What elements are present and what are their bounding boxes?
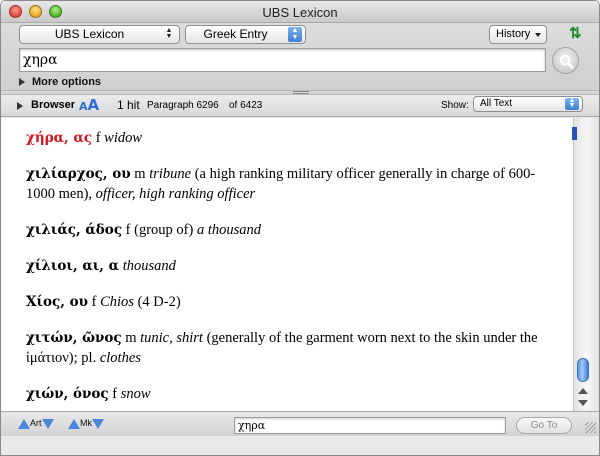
entry-definition: f Chios (4 D-2) — [88, 294, 181, 310]
toolbar: UBS Lexicon ▲ ▼ Greek Entry ▲ ▼ History ⇅ … — [1, 23, 599, 93]
scroll-up-icon[interactable] — [578, 388, 588, 394]
entry-headword[interactable]: χήρα, ας — [26, 130, 92, 146]
resource-popup-label: UBS Lexicon — [54, 27, 125, 41]
chevron-updown-icon: ▲ ▼ — [565, 97, 579, 110]
article-nav-label: Art — [30, 418, 42, 428]
browser-bar: Browser AA 1 hit Paragraph 6296 of 6423 … — [1, 95, 599, 117]
lexicon-entry: χήρα, ας f widow — [26, 128, 549, 148]
lexicon-entry: χιτών, ῶνος m tunic, shirt (generally of… — [26, 328, 549, 368]
lexicon-content[interactable]: χήρα, ας f widow χιλίαρχος, ου m tribune … — [1, 118, 573, 411]
more-options-label[interactable]: More options — [32, 76, 101, 88]
lexicon-entry: χιλίαρχος, ου m tribune (a high ranking … — [26, 164, 549, 204]
scrollbar-thumb[interactable] — [577, 358, 589, 382]
search-input[interactable]: χηρα — [19, 48, 546, 72]
entry-headword[interactable]: χιτών, ῶνος — [26, 330, 122, 346]
sync-icon[interactable]: ⇅ — [569, 25, 587, 43]
paragraph-number: Paragraph 6296 — [147, 100, 219, 111]
lexicon-window: UBS Lexicon UBS Lexicon ▲ ▼ Greek Entry ▲… — [0, 0, 600, 456]
previous-article-icon[interactable] — [18, 418, 30, 429]
goto-input[interactable]: χηρα — [234, 417, 506, 434]
milestone-nav-label: Mk — [80, 418, 92, 428]
entry-type-popup-label: Greek Entry — [203, 27, 268, 41]
lexicon-entry: χιλιάς, άδος f (group of) a thousand — [26, 220, 549, 240]
lexicon-entry: χιών, όνος f snow — [26, 384, 549, 404]
chevron-down-icon — [535, 33, 541, 37]
entry-headword[interactable]: χιών, όνος — [26, 386, 109, 402]
show-popup-label: All Text — [480, 98, 513, 109]
title-bar[interactable]: UBS Lexicon — [1, 1, 599, 23]
font-smaller-icon[interactable]: A — [79, 100, 88, 113]
chevron-updown-icon: ▲ ▼ — [165, 27, 173, 40]
font-larger-icon[interactable]: A — [88, 96, 100, 114]
resize-grip-icon[interactable] — [585, 422, 596, 433]
entry-definition: thousand — [122, 258, 176, 274]
entry-type-popup[interactable]: Greek Entry ▲ ▼ — [185, 25, 306, 44]
next-article-icon[interactable] — [41, 418, 54, 429]
magnifier-icon — [559, 54, 574, 69]
previous-milestone-icon[interactable] — [68, 418, 80, 429]
entry-headword[interactable]: Χίος, ου — [26, 294, 88, 310]
history-button[interactable]: History — [489, 25, 547, 44]
lexicon-entry: χίλιοι, αι, α thousand — [26, 256, 549, 276]
paragraph-total: of 6423 — [229, 100, 263, 111]
bookmark-marker-icon[interactable] — [572, 127, 577, 140]
entry-definition: f (group of) a thousand — [122, 222, 261, 238]
splitter-grip-icon — [293, 91, 309, 94]
goto-button[interactable]: Go To — [516, 417, 572, 434]
lexicon-entry: Χίος, ου f Chios (4 D-2) — [26, 292, 549, 312]
next-milestone-icon[interactable] — [92, 418, 104, 429]
milestone-nav: Mk — [68, 418, 104, 429]
window-title: UBS Lexicon — [262, 5, 338, 20]
history-button-label: History — [496, 28, 531, 40]
show-label: Show: — [441, 100, 469, 111]
entry-headword[interactable]: χιλιάς, άδος — [26, 222, 122, 238]
scroll-down-icon[interactable] — [578, 400, 588, 406]
browser-label[interactable]: Browser — [31, 99, 75, 111]
article-nav: Art — [18, 418, 54, 429]
entry-headword[interactable]: χίλιοι, αι, α — [26, 258, 119, 274]
browser-disclosure-icon[interactable] — [17, 102, 23, 110]
font-size-control[interactable]: AA — [79, 96, 99, 114]
status-bar: Art Mk χηρα Go To — [1, 411, 599, 436]
entry-definition: f snow — [108, 386, 151, 402]
entry-headword[interactable]: χιλίαρχος, ου — [26, 166, 131, 182]
hit-count: 1 hit — [117, 98, 140, 112]
resource-popup[interactable]: UBS Lexicon ▲ ▼ — [19, 25, 180, 44]
entry-definition: f widow — [92, 130, 143, 146]
more-options-disclosure-icon[interactable] — [19, 78, 25, 86]
show-popup[interactable]: All Text ▲ ▼ — [473, 96, 583, 112]
chevron-updown-icon: ▲ ▼ — [288, 27, 302, 42]
search-button[interactable] — [552, 47, 579, 74]
